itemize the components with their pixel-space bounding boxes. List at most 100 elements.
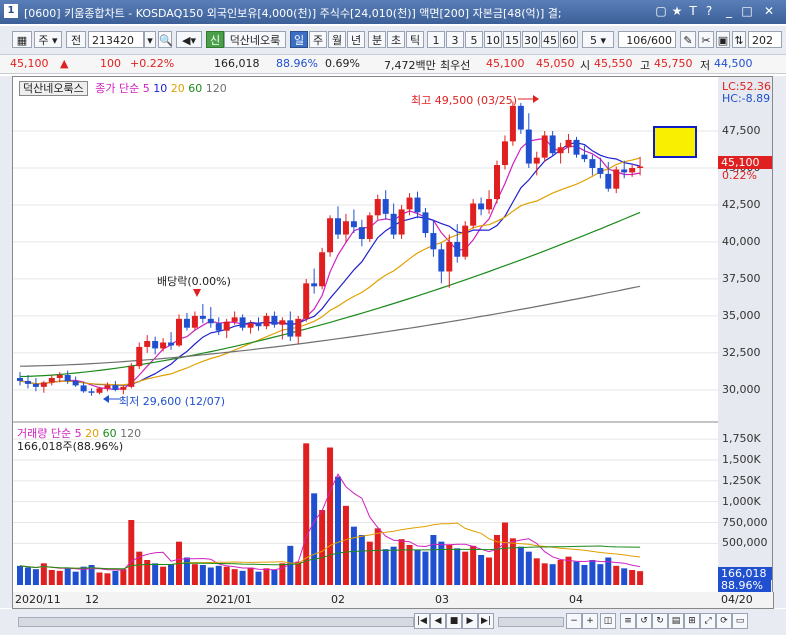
tab-week[interactable]: 주 (309, 31, 327, 48)
speaker-icon[interactable]: ◀▾ (176, 31, 202, 48)
volume-bar (160, 566, 167, 585)
candle-body (207, 318, 214, 324)
price-tick-label: 30,000 (722, 382, 761, 396)
volume-bar (541, 563, 548, 585)
maximize-icon[interactable]: □ (740, 4, 754, 18)
candle-body (446, 241, 453, 272)
candle-body (104, 385, 111, 389)
last-icon[interactable]: ▶| (478, 613, 494, 629)
list-icon[interactable]: ≡ (620, 613, 636, 629)
zoom-out-icon[interactable]: − (566, 613, 582, 629)
candle-body (335, 218, 341, 235)
volume-bar (263, 568, 270, 585)
interval-3[interactable]: 3 (446, 31, 464, 48)
candle-body (160, 342, 167, 349)
tab-month[interactable]: 월 (328, 31, 346, 48)
tab-year[interactable]: 년 (347, 31, 365, 48)
interval-60[interactable]: 60 (560, 31, 578, 48)
prev-button[interactable]: 전 (66, 31, 86, 48)
counter-field[interactable]: 106/600 (618, 31, 676, 48)
candle-body (517, 105, 524, 130)
candle-body (613, 169, 620, 189)
interval-5[interactable]: 5 (465, 31, 483, 48)
zoom-in-icon[interactable]: + (582, 613, 598, 629)
volume-bar (295, 561, 302, 585)
candle-body (581, 154, 588, 160)
volume-bar (319, 510, 326, 585)
price-tick-label: 32,500 (722, 345, 761, 359)
right-strip[interactable] (772, 76, 786, 608)
prev-icon[interactable]: ◀ (430, 613, 446, 629)
volume-bar (589, 560, 596, 585)
scroll-icon[interactable]: ⇅ (732, 31, 746, 48)
volume-tick-label: 1,000K (722, 494, 761, 508)
next-icon[interactable]: ▶ (462, 613, 478, 629)
help-icon[interactable]: ? (702, 4, 716, 18)
grid-menu-icon[interactable]: ▦ (12, 31, 32, 48)
candle-body (597, 167, 604, 174)
volume-bar (207, 567, 214, 585)
price-volume-chart[interactable] (13, 77, 719, 593)
volume-bar (271, 570, 278, 585)
price-change: 100 (100, 57, 121, 70)
legend-stock-name: 덕산네오룩스 (19, 81, 88, 96)
legend-ma-60: 60 (188, 82, 203, 95)
first-icon[interactable]: |◀ (414, 613, 430, 629)
lock-icon[interactable]: ▭ (732, 613, 748, 629)
settings-icon[interactable]: ✎ (680, 31, 696, 48)
volume-bar (501, 522, 508, 585)
refresh-icon[interactable]: ⟳ (716, 613, 732, 629)
zoom-slider[interactable] (498, 617, 564, 627)
interval-1[interactable]: 1 (427, 31, 445, 48)
legend-ma-label: 종가 단순 (95, 82, 140, 95)
date-field[interactable]: 202 (748, 31, 782, 48)
volume-bar (335, 476, 341, 585)
candle-body (112, 385, 119, 390)
scissors-icon[interactable]: ✂ (698, 31, 714, 48)
candle-body (494, 165, 500, 200)
save-icon[interactable]: ▣ (716, 31, 730, 48)
compare-icon[interactable]: ⊞ (684, 613, 700, 629)
interval-10[interactable]: 10 (484, 31, 502, 48)
restore-icon[interactable]: ▢ (654, 4, 668, 18)
chart-type-icon[interactable]: ▤ (668, 613, 684, 629)
stop-icon[interactable]: ■ (446, 613, 462, 629)
period-select[interactable]: 주 ▾ (34, 31, 62, 48)
price-axis[interactable]: LC:52.36 HC:-8.89 47,50045,00042,50040,0… (718, 76, 773, 594)
stock-code-input[interactable]: 213420 (88, 31, 144, 48)
pin-icon[interactable]: ★ (670, 4, 684, 18)
chart-area[interactable]: 덕산네오룩스 종가 단순 5 10 20 60 120 거래량 단순 5 20 … (12, 76, 720, 594)
text-icon[interactable]: T (686, 4, 700, 18)
interval-15[interactable]: 15 (503, 31, 521, 48)
minimize-icon[interactable]: _ (722, 4, 736, 18)
volume-bar (128, 520, 135, 585)
expand-icon[interactable]: ⤢ (700, 613, 716, 629)
count-select[interactable]: 5 ▾ (582, 31, 614, 48)
close-icon[interactable]: ✕ (762, 4, 776, 18)
search-icon[interactable]: 🔍 (158, 31, 173, 48)
chart-navigation-bar: |◀ ◀ ■ ▶ ▶| − + ◫ ≡ ↺ ↻ ▤ ⊞ ⤢ ⟳ ▭ (0, 609, 786, 635)
candle-body (470, 203, 477, 226)
tab-tick[interactable]: 틱 (406, 31, 424, 48)
interval-30[interactable]: 30 (522, 31, 540, 48)
history-scrollbar[interactable] (18, 617, 414, 627)
tab-minute[interactable]: 분 (368, 31, 386, 48)
volume-bar (239, 570, 246, 585)
volume-bar (422, 551, 429, 585)
volume-bar (144, 560, 151, 585)
tab-second[interactable]: 초 (387, 31, 405, 48)
fit-icon[interactable]: ◫ (600, 613, 616, 629)
candle-body (120, 386, 127, 390)
interval-45[interactable]: 45 (541, 31, 559, 48)
volume-bar (152, 563, 159, 585)
candle-body (414, 197, 421, 213)
volume-bar (470, 545, 477, 585)
candle-body (462, 225, 469, 257)
redo-icon[interactable]: ↻ (652, 613, 668, 629)
code-dropdown-icon[interactable]: ▾ (144, 31, 156, 48)
date-axis: 2020/11 12 2021/01 02 03 04 04/20 (12, 592, 774, 609)
tab-day[interactable]: 일 (290, 31, 308, 48)
candle-body (183, 318, 190, 328)
candle-body (319, 252, 326, 287)
undo-icon[interactable]: ↺ (636, 613, 652, 629)
